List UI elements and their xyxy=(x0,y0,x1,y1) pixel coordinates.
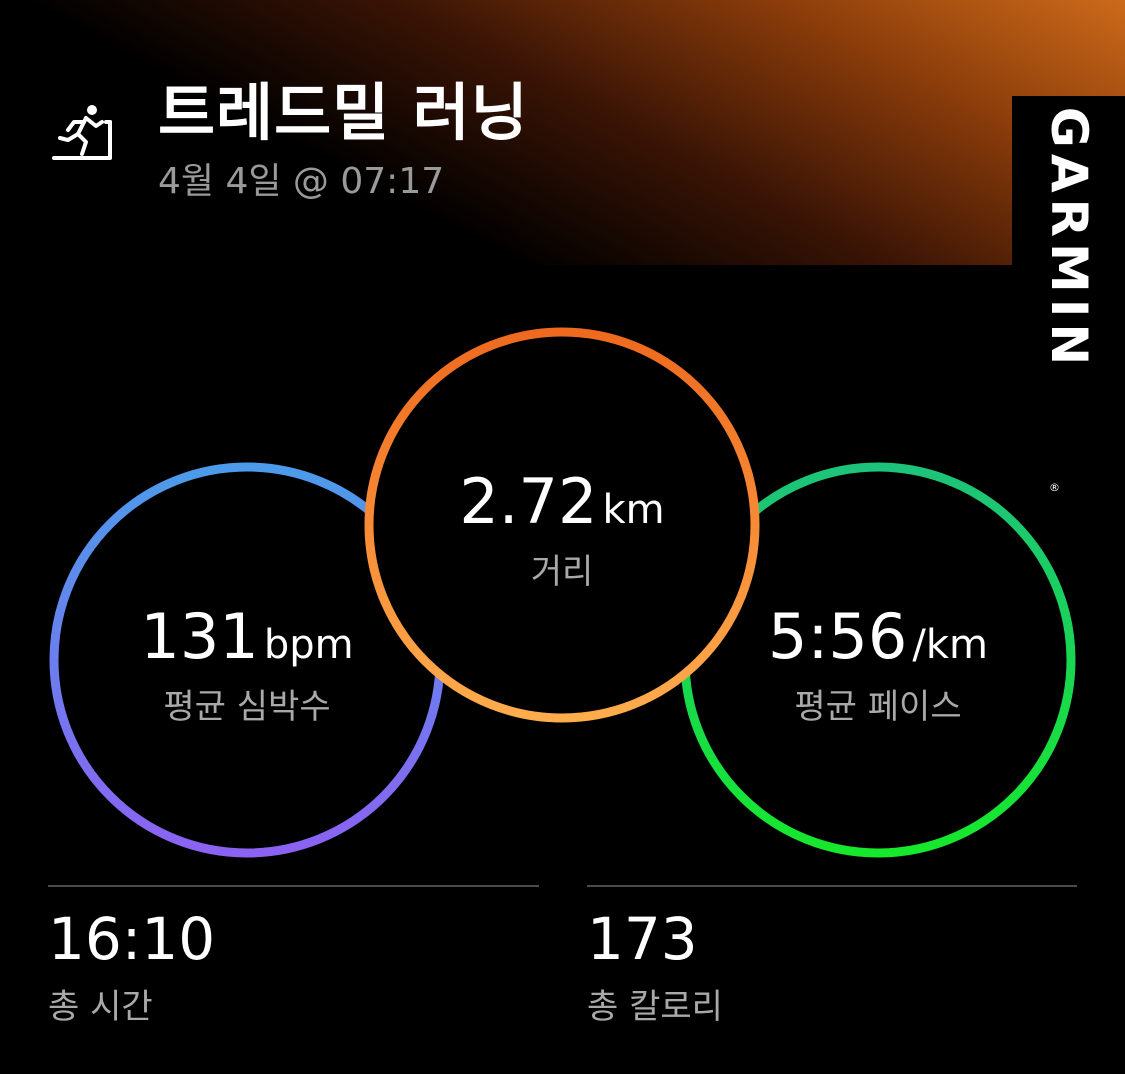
heart-rate-metric: 131 bpm 평균 심박수 xyxy=(97,600,397,728)
calories-label: 총 칼로리 xyxy=(587,987,723,1027)
divider-left xyxy=(48,885,539,887)
heart-rate-label: 평균 심박수 xyxy=(163,687,331,727)
distance-value: 2.72 xyxy=(459,465,598,538)
pace-unit: /km xyxy=(912,622,988,668)
divider-right xyxy=(587,885,1077,887)
calories-stat: 173 총 칼로리 xyxy=(587,905,723,1028)
heart-rate-value: 131 xyxy=(140,600,259,673)
pace-metric: 5:56 /km 평균 페이스 xyxy=(728,600,1028,728)
total-time-stat: 16:10 총 시간 xyxy=(48,905,215,1028)
distance-metric: 2.72 km 거리 xyxy=(412,465,712,593)
total-time-value: 16:10 xyxy=(48,905,216,973)
calories-value: 173 xyxy=(587,905,698,973)
heart-rate-unit: bpm xyxy=(263,622,354,668)
distance-label: 거리 xyxy=(530,552,594,592)
distance-unit: km xyxy=(602,487,665,533)
pace-value: 5:56 xyxy=(768,600,908,673)
pace-label: 평균 페이스 xyxy=(794,687,962,727)
total-time-label: 총 시간 xyxy=(48,987,153,1027)
